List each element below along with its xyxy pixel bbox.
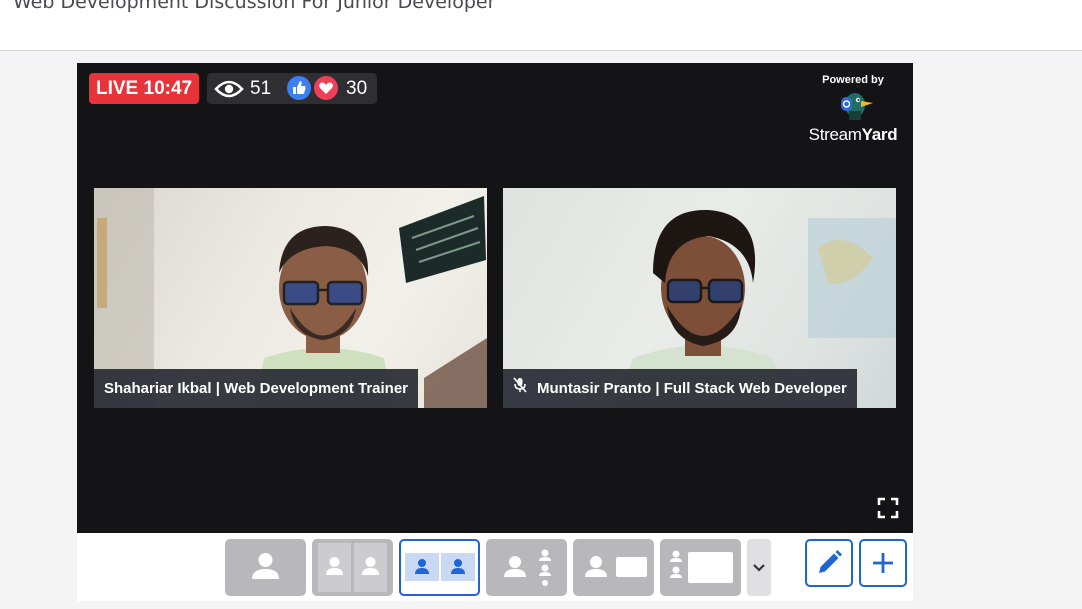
- layout-solo-button[interactable]: [225, 539, 306, 596]
- participant-name: Muntasir Pranto | Full Stack Web Develop…: [537, 380, 847, 397]
- eye-icon: [214, 79, 244, 105]
- mic-muted-icon: [513, 369, 527, 408]
- layout-leader-button[interactable]: [486, 539, 567, 596]
- reaction-count: 30: [346, 78, 368, 99]
- layout-group-button[interactable]: [312, 539, 393, 596]
- viewer-count: 51: [250, 78, 272, 99]
- wordmark-stream: Stream: [808, 125, 862, 144]
- layout-toolbar: [77, 533, 913, 601]
- engagement-stats: 51 30: [207, 73, 377, 104]
- live-timer-badge: LIVE 10:47: [89, 73, 200, 104]
- layout-screen-share-button[interactable]: [573, 539, 654, 596]
- participant-video-tile[interactable]: Muntasir Pranto | Full Stack Web Develop…: [503, 188, 896, 408]
- thumbs-up-icon: [287, 76, 311, 100]
- pencil-icon: [819, 550, 842, 573]
- page-header: Web Development Discussion For Junior De…: [0, 0, 1082, 51]
- wordmark-yard: Yard: [861, 125, 898, 144]
- participant-video-tile[interactable]: Shahariar Ikbal | Web Development Traine…: [94, 188, 487, 408]
- participant-name: Shahariar Ikbal | Web Development Traine…: [104, 380, 409, 397]
- more-layouts-button[interactable]: [747, 539, 771, 596]
- streamyard-logo-icon: [803, 89, 903, 127]
- heart-icon: [314, 76, 338, 100]
- participant-name-bar: Muntasir Pranto | Full Stack Web Develop…: [503, 369, 857, 408]
- broadcast-stage: LIVE 10:47 51 30 Powered by StreamYard S…: [77, 63, 913, 533]
- layout-presentation-button[interactable]: [660, 539, 741, 596]
- streamyard-branding: Powered by StreamYard: [803, 74, 903, 145]
- layout-side-by-side-button[interactable]: [399, 539, 480, 596]
- edit-button[interactable]: [805, 539, 853, 587]
- page-title: Web Development Discussion For Junior De…: [13, 0, 496, 13]
- add-button[interactable]: [859, 539, 907, 587]
- chevron-down-icon: [753, 564, 765, 572]
- plus-icon: [873, 553, 893, 573]
- participant-name-bar: Shahariar Ikbal | Web Development Traine…: [94, 369, 419, 408]
- powered-by-label: Powered by: [822, 74, 884, 86]
- fullscreen-icon[interactable]: [877, 497, 899, 523]
- streamyard-wordmark: StreamYard: [803, 125, 903, 145]
